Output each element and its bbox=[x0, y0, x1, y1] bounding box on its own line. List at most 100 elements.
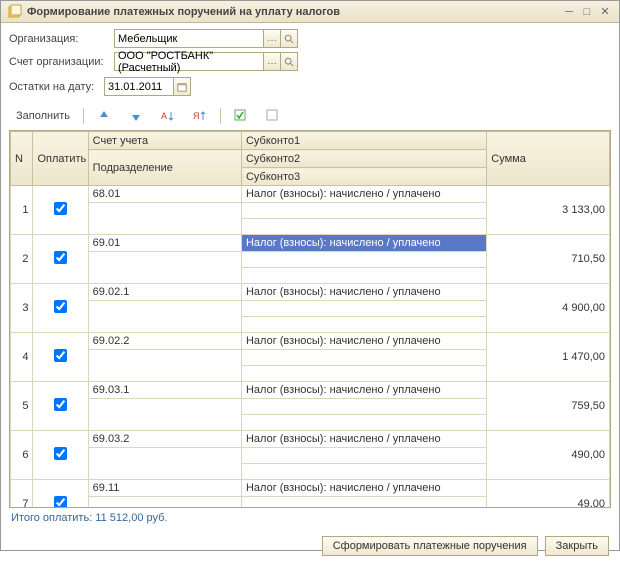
table-row[interactable]: 469.02.2Налог (взносы): начислено / упла… bbox=[11, 333, 610, 350]
header-sub1[interactable]: Субконто1 bbox=[241, 132, 486, 150]
cell-sum[interactable]: 710,50 bbox=[487, 235, 610, 284]
cell-sub2[interactable] bbox=[241, 448, 486, 464]
cell-n[interactable]: 2 bbox=[11, 235, 33, 284]
cell-account[interactable]: 69.02.1 bbox=[88, 284, 241, 301]
cell-sum[interactable]: 4 900,00 bbox=[487, 284, 610, 333]
sort-desc-button[interactable]: Я bbox=[186, 106, 214, 126]
cell-pay[interactable] bbox=[33, 284, 88, 333]
check-all-button[interactable] bbox=[227, 106, 255, 126]
cell-sub2[interactable] bbox=[241, 497, 486, 509]
cell-sub3[interactable] bbox=[241, 317, 486, 333]
cell-subdiv[interactable] bbox=[88, 252, 241, 284]
move-up-button[interactable] bbox=[90, 106, 118, 126]
pay-checkbox[interactable] bbox=[54, 349, 67, 362]
cell-account[interactable]: 69.03.1 bbox=[88, 382, 241, 399]
table-row[interactable]: 669.03.2Налог (взносы): начислено / упла… bbox=[11, 431, 610, 448]
fill-button[interactable]: Заполнить bbox=[9, 106, 77, 126]
cell-n[interactable]: 1 bbox=[11, 186, 33, 235]
organization-select-button[interactable]: … bbox=[263, 29, 281, 48]
balance-date-field[interactable]: 31.01.2011 bbox=[104, 77, 174, 96]
cell-sub3[interactable] bbox=[241, 219, 486, 235]
header-account[interactable]: Счет учета bbox=[88, 132, 241, 150]
cell-n[interactable]: 4 bbox=[11, 333, 33, 382]
cell-pay[interactable] bbox=[33, 431, 88, 480]
cell-pay[interactable] bbox=[33, 235, 88, 284]
cell-subdiv[interactable] bbox=[88, 448, 241, 480]
form-payments-button[interactable]: Сформировать платежные поручения bbox=[322, 536, 538, 556]
cell-account[interactable]: 69.01 bbox=[88, 235, 241, 252]
cell-subdiv[interactable] bbox=[88, 399, 241, 431]
cell-sub1[interactable]: Налог (взносы): начислено / уплачено bbox=[241, 480, 486, 497]
sort-asc-button[interactable]: A bbox=[154, 106, 182, 126]
cell-subdiv[interactable] bbox=[88, 203, 241, 235]
pay-checkbox[interactable] bbox=[54, 251, 67, 264]
cell-sub1[interactable]: Налог (взносы): начислено / уплачено bbox=[241, 333, 486, 350]
cell-sub2[interactable] bbox=[241, 203, 486, 219]
cell-sub1[interactable]: Налог (взносы): начислено / уплачено bbox=[241, 186, 486, 203]
cell-sum[interactable]: 1 470,00 bbox=[487, 333, 610, 382]
account-select-button[interactable]: … bbox=[263, 52, 281, 71]
cell-n[interactable]: 3 bbox=[11, 284, 33, 333]
cell-sub3[interactable] bbox=[241, 268, 486, 284]
maximize-button[interactable]: □ bbox=[579, 5, 595, 19]
organization-open-button[interactable] bbox=[280, 29, 298, 48]
cell-sum[interactable]: 490,00 bbox=[487, 431, 610, 480]
cell-pay[interactable] bbox=[33, 382, 88, 431]
table-row[interactable]: 168.01Налог (взносы): начислено / уплаче… bbox=[11, 186, 610, 203]
header-pay[interactable]: Оплатить bbox=[33, 132, 88, 186]
cell-sub1[interactable]: Налог (взносы): начислено / уплачено bbox=[241, 431, 486, 448]
account-open-button[interactable] bbox=[280, 52, 298, 71]
cell-sum[interactable]: 3 133,00 bbox=[487, 186, 610, 235]
cell-n[interactable]: 5 bbox=[11, 382, 33, 431]
header-sub2[interactable]: Субконто2 bbox=[241, 150, 486, 168]
cell-pay[interactable] bbox=[33, 186, 88, 235]
cell-pay[interactable] bbox=[33, 333, 88, 382]
table-row[interactable]: 769.11Налог (взносы): начислено / уплаче… bbox=[11, 480, 610, 497]
cell-account[interactable]: 69.03.2 bbox=[88, 431, 241, 448]
move-down-button[interactable] bbox=[122, 106, 150, 126]
grid[interactable]: N Оплатить Счет учета Субконто1 Сумма По… bbox=[9, 130, 611, 508]
cell-n[interactable]: 7 bbox=[11, 480, 33, 509]
balance-date-calendar-button[interactable] bbox=[173, 77, 191, 96]
cell-sub2[interactable] bbox=[241, 350, 486, 366]
cell-account[interactable]: 68.01 bbox=[88, 186, 241, 203]
header-sum[interactable]: Сумма bbox=[487, 132, 610, 186]
pay-checkbox[interactable] bbox=[54, 496, 67, 508]
organization-label: Организация: bbox=[9, 33, 114, 45]
cell-sub3[interactable] bbox=[241, 366, 486, 382]
cell-n[interactable]: 6 bbox=[11, 431, 33, 480]
header-sub3[interactable]: Субконто3 bbox=[241, 168, 486, 186]
cell-sum[interactable]: 759,50 bbox=[487, 382, 610, 431]
cell-account[interactable]: 69.02.2 bbox=[88, 333, 241, 350]
cell-sub1[interactable]: Налог (взносы): начислено / уплачено bbox=[241, 284, 486, 301]
cell-sub3[interactable] bbox=[241, 415, 486, 431]
cell-sub2[interactable] bbox=[241, 399, 486, 415]
cell-sub2[interactable] bbox=[241, 252, 486, 268]
organization-field[interactable]: Мебельщик bbox=[114, 29, 264, 48]
toolbar-separator bbox=[220, 108, 221, 124]
cell-sub2[interactable] bbox=[241, 301, 486, 317]
cell-sub1[interactable]: Налог (взносы): начислено / уплачено bbox=[241, 235, 486, 252]
table-row[interactable]: 369.02.1Налог (взносы): начислено / упла… bbox=[11, 284, 610, 301]
pay-checkbox[interactable] bbox=[54, 202, 67, 215]
close-button[interactable]: Закрыть bbox=[545, 536, 609, 556]
minimize-button[interactable]: ─ bbox=[561, 5, 577, 19]
header-subdiv[interactable]: Подразделение bbox=[88, 150, 241, 186]
pay-checkbox[interactable] bbox=[54, 447, 67, 460]
cell-subdiv[interactable] bbox=[88, 301, 241, 333]
account-field[interactable]: ООО "РОСТБАНК" (Расчетный) bbox=[114, 52, 264, 71]
cell-subdiv[interactable] bbox=[88, 350, 241, 382]
uncheck-all-button[interactable] bbox=[259, 106, 287, 126]
cell-sum[interactable]: 49,00 bbox=[487, 480, 610, 509]
cell-sub1[interactable]: Налог (взносы): начислено / уплачено bbox=[241, 382, 486, 399]
cell-pay[interactable] bbox=[33, 480, 88, 509]
close-window-button[interactable]: ✕ bbox=[597, 5, 613, 19]
pay-checkbox[interactable] bbox=[54, 300, 67, 313]
pay-checkbox[interactable] bbox=[54, 398, 67, 411]
cell-account[interactable]: 69.11 bbox=[88, 480, 241, 497]
header-n[interactable]: N bbox=[11, 132, 33, 186]
table-row[interactable]: 269.01Налог (взносы): начислено / уплаче… bbox=[11, 235, 610, 252]
table-row[interactable]: 569.03.1Налог (взносы): начислено / упла… bbox=[11, 382, 610, 399]
cell-sub3[interactable] bbox=[241, 464, 486, 480]
cell-subdiv[interactable] bbox=[88, 497, 241, 509]
